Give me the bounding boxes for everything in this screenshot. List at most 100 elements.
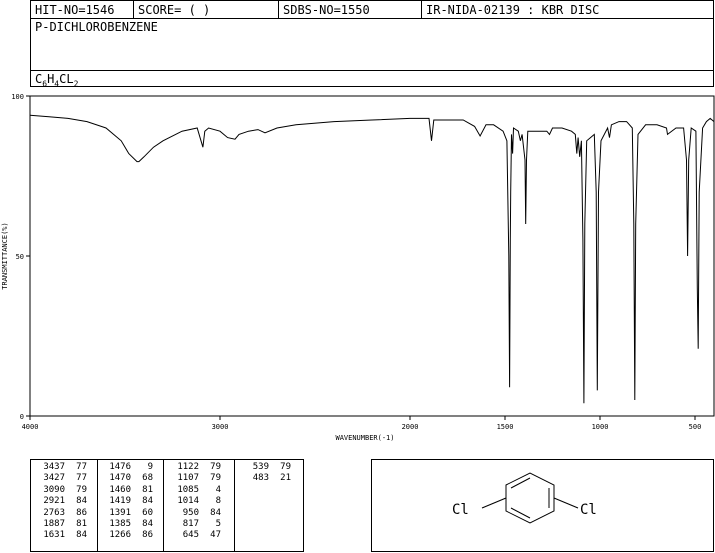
peak-transmittance: 4 <box>215 484 221 495</box>
peak-column: 1476 9 1470 68 1460 81 1419 84 1391 60 1385 84 1266 8… <box>103 462 153 542</box>
peak-wavenumber: 1107 <box>177 473 199 484</box>
peak-row: 1014 8 <box>171 496 221 507</box>
x-axis-label: WAVENUMBER(-1) <box>335 434 394 442</box>
y-axis-label: TRANSMITTANCE(%) <box>1 222 9 289</box>
peak-transmittance: 9 <box>147 462 153 472</box>
peak-transmittance: 84 <box>76 530 87 541</box>
peak-row: 645 47 <box>171 530 221 541</box>
peak-column: 539 79 483 21 <box>241 462 291 485</box>
chlorine-left-label: Cl <box>452 502 469 518</box>
peak-row: 1266 86 <box>103 530 153 541</box>
peak-wavenumber: 3437 <box>43 462 65 472</box>
peak-row: 1887 81 <box>37 519 87 530</box>
peak-transmittance: 84 <box>76 496 87 507</box>
peak-transmittance: 47 <box>210 530 221 541</box>
peak-row: 1419 84 <box>103 496 153 507</box>
peak-wavenumber: 1014 <box>177 496 199 507</box>
x-tick-label: 500 <box>689 423 702 431</box>
peak-transmittance: 77 <box>76 462 87 472</box>
peak-row: 2921 84 <box>37 496 87 507</box>
peak-row: 1631 84 <box>37 530 87 541</box>
c-cl-bond <box>481 497 507 509</box>
structure-diagram: Cl Cl <box>452 472 597 524</box>
peak-row: 3437 77 <box>37 462 87 473</box>
peak-wavenumber: 1385 <box>109 519 131 530</box>
double-bond <box>510 507 531 519</box>
peak-col-sep <box>163 460 164 551</box>
peak-row: 2763 86 <box>37 508 87 519</box>
peak-transmittance: 84 <box>210 507 221 518</box>
peak-col-sep <box>97 460 98 551</box>
peak-transmittance: 79 <box>210 473 221 484</box>
peak-column: 1122 79 1107 79 1085 4 1014 8 950 84 817 5 645 47 <box>171 462 221 542</box>
peak-wavenumber: 817 <box>182 519 199 530</box>
peak-row: 1385 84 <box>103 519 153 530</box>
peak-wavenumber: 483 <box>252 473 269 484</box>
y-tick-label: 0 <box>20 413 24 421</box>
peak-transmittance: 79 <box>76 484 87 495</box>
peak-wavenumber: 1419 <box>109 496 131 507</box>
peak-wavenumber: 3090 <box>43 484 65 495</box>
x-tick-label: 1000 <box>592 423 609 431</box>
peak-wavenumber: 1887 <box>43 519 65 530</box>
x-tick-label: 3000 <box>212 423 229 431</box>
peak-transmittance: 84 <box>142 496 153 507</box>
peak-row: 1476 9 <box>103 462 153 473</box>
peak-transmittance: 81 <box>142 484 153 495</box>
ir-spectrum-chart: 4000 3000 2000 1500 1000 500 0 50 100 WAVENUMBER… <box>1 93 715 442</box>
chlorine-right-label: Cl <box>580 502 597 518</box>
peak-row: 1391 60 <box>103 508 153 519</box>
peak-row: 1460 81 <box>103 485 153 496</box>
peak-col-sep <box>234 460 235 551</box>
peak-row: 3427 77 <box>37 473 87 484</box>
peak-row: 817 5 <box>171 519 221 530</box>
peak-transmittance: 60 <box>142 507 153 518</box>
peak-table: 3437 77 3427 77 3090 79 2921 84 2763 86 1887 81 1631… <box>30 459 304 552</box>
peak-wavenumber: 1476 <box>109 462 131 472</box>
c-cl-bond <box>553 497 579 509</box>
plot-frame <box>29 95 715 417</box>
peak-transmittance: 79 <box>280 462 291 472</box>
peak-row: 1470 68 <box>103 473 153 484</box>
peak-wavenumber: 1122 <box>177 462 199 472</box>
peak-transmittance: 86 <box>76 507 87 518</box>
peak-wavenumber: 1631 <box>43 530 65 541</box>
peak-wavenumber: 3427 <box>43 473 65 484</box>
peak-transmittance: 77 <box>76 473 87 484</box>
peak-wavenumber: 1460 <box>109 484 131 495</box>
peak-transmittance: 84 <box>142 519 153 530</box>
peak-wavenumber: 1391 <box>109 507 131 518</box>
peak-wavenumber: 2763 <box>43 507 65 518</box>
peak-transmittance: 68 <box>142 473 153 484</box>
peak-wavenumber: 645 <box>182 530 199 541</box>
benzene-ring <box>505 472 555 524</box>
peak-wavenumber: 2921 <box>43 496 65 507</box>
peak-wavenumber: 1470 <box>109 473 131 484</box>
peak-wavenumber: 1266 <box>109 530 131 541</box>
y-tick-label: 100 <box>11 93 24 101</box>
peak-row: 1122 79 <box>171 462 221 473</box>
peak-transmittance: 81 <box>76 519 87 530</box>
structure-box: Cl Cl <box>371 459 714 552</box>
x-tick-label: 4000 <box>22 423 39 431</box>
peak-wavenumber: 950 <box>182 507 199 518</box>
double-bond <box>510 477 531 489</box>
peak-row: 539 79 <box>241 462 291 473</box>
peak-row: 950 84 <box>171 508 221 519</box>
peak-row: 1107 79 <box>171 473 221 484</box>
x-tick-label: 2000 <box>402 423 419 431</box>
peak-column: 3437 77 3427 77 3090 79 2921 84 2763 86 1887 81 1631… <box>37 462 87 542</box>
peak-row: 3090 79 <box>37 485 87 496</box>
peak-row: 1085 4 <box>171 485 221 496</box>
peak-wavenumber: 539 <box>252 462 269 472</box>
peak-transmittance: 79 <box>210 462 221 472</box>
peak-transmittance: 86 <box>142 530 153 541</box>
spectrum-trace <box>29 114 715 404</box>
x-tick-label: 1500 <box>497 423 514 431</box>
peak-transmittance: 21 <box>280 473 291 484</box>
peak-row: 483 21 <box>241 473 291 484</box>
peak-transmittance: 5 <box>215 519 221 530</box>
y-tick-label: 50 <box>16 253 24 261</box>
peak-transmittance: 8 <box>215 496 221 507</box>
chart-axes <box>29 95 715 417</box>
